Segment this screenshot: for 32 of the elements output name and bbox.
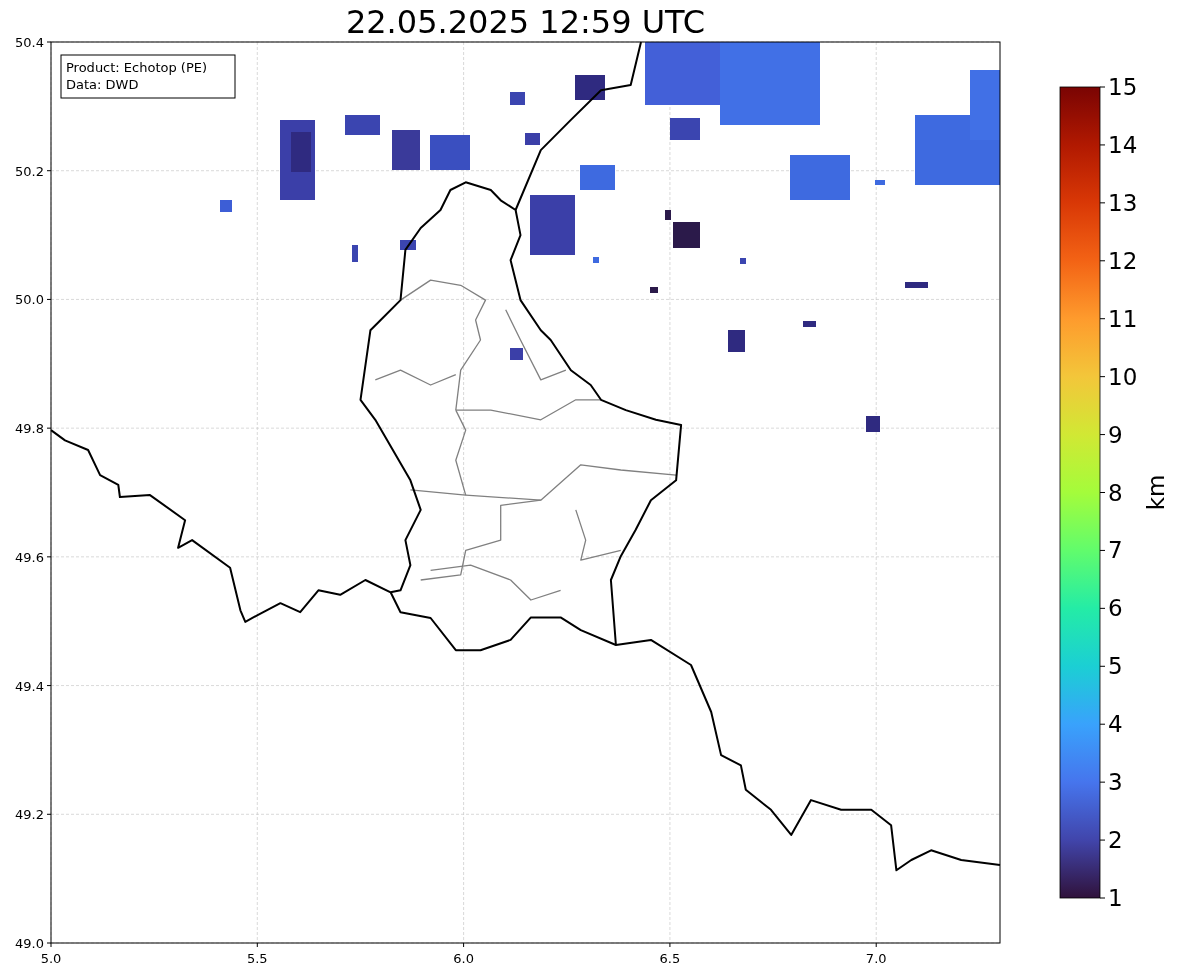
colorbar-tick-label: 5 [1108,653,1123,680]
x-tick-label: 6.5 [659,951,681,966]
y-tick-label: 49.0 [15,936,44,951]
y-tick-label: 50.0 [15,292,44,308]
colorbar-tick-label: 10 [1108,363,1138,390]
colorbar-tick-label: 14 [1108,131,1138,158]
x-tick-label: 5.5 [246,951,268,966]
colorbar-tick-label: 11 [1108,305,1138,332]
map-title: 22.05.2025 12:59 UTC [345,2,706,42]
colorbar-tick-label: 7 [1108,537,1123,564]
annotation-text: Product: Echotop (PE) [66,60,208,75]
colorbar-tick-label: 13 [1108,189,1138,216]
x-tick-label: 6.0 [453,951,474,966]
colorbar-tick-label: 15 [1108,74,1138,100]
y-tick-label: 50.4 [15,35,44,50]
colorbar-tick-label: 4 [1108,711,1123,738]
colorbar-tick-label: 9 [1108,421,1123,448]
colorbar-tick-label: 2 [1108,827,1123,854]
colorbar-tick-label: 12 [1108,247,1138,274]
colorbar-tick-label: 6 [1108,595,1123,622]
colorbar-tick-label: 1 [1108,885,1123,911]
x-tick-label: 5.0 [40,951,62,966]
x-tick-label: 7.0 [865,951,887,966]
annotation-text: Data: DWD [66,77,139,92]
colorbar-label: km [1143,474,1169,511]
y-tick-label: 49.2 [15,807,44,823]
y-tick-label: 49.6 [15,549,44,565]
colorbar-tick-label: 8 [1108,479,1123,506]
colorbar-tick-label: 3 [1108,769,1123,796]
y-tick-label: 49.4 [15,678,44,694]
y-tick-label: 49.8 [15,421,44,437]
y-tick-label: 50.2 [15,163,44,179]
